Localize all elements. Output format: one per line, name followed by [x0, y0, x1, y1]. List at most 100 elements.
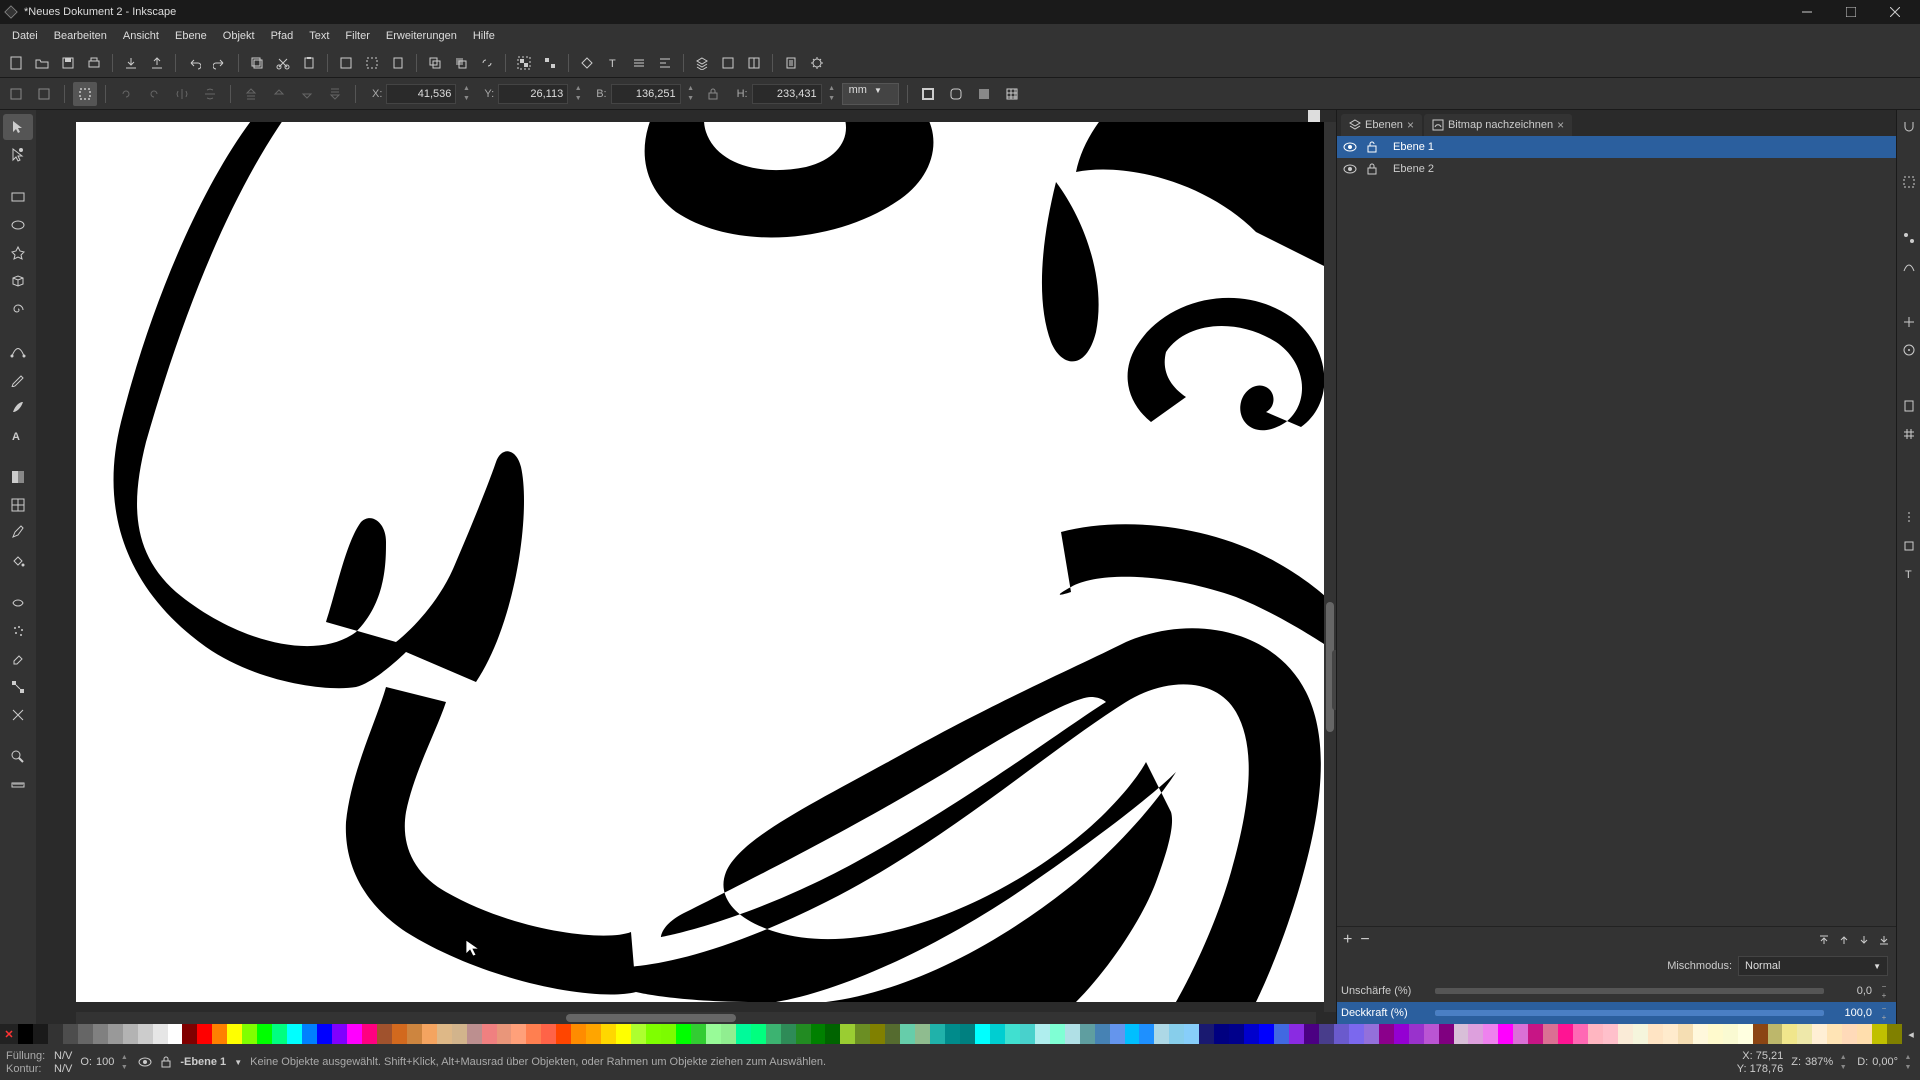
doc-props-button[interactable] — [779, 51, 803, 75]
blur-minus[interactable]: − — [1876, 982, 1892, 991]
color-swatch[interactable] — [108, 1024, 123, 1044]
color-swatch[interactable] — [1095, 1024, 1110, 1044]
gradient-tool[interactable] — [3, 464, 33, 490]
color-swatch[interactable] — [1498, 1024, 1513, 1044]
snap-guide-button[interactable] — [1899, 508, 1919, 528]
color-swatch[interactable] — [437, 1024, 452, 1044]
color-swatch[interactable] — [1678, 1024, 1693, 1044]
object-props-button[interactable] — [742, 51, 766, 75]
eraser-tool[interactable] — [3, 646, 33, 672]
color-swatch[interactable] — [407, 1024, 422, 1044]
minimize-button[interactable] — [1786, 0, 1828, 24]
close-trace-tab[interactable]: × — [1557, 118, 1564, 132]
tweak-tool[interactable] — [3, 590, 33, 616]
panel-drawer-handle[interactable] — [1332, 650, 1336, 710]
undo-button[interactable] — [182, 51, 206, 75]
ellipse-tool[interactable] — [3, 212, 33, 238]
export-button[interactable] — [145, 51, 169, 75]
x-down[interactable]: ▼ — [460, 94, 472, 104]
flip-v-button[interactable] — [198, 82, 222, 106]
canvas[interactable] — [36, 110, 1336, 1024]
redo-button[interactable] — [208, 51, 232, 75]
color-swatch[interactable] — [1304, 1024, 1319, 1044]
color-swatch[interactable] — [362, 1024, 377, 1044]
w-down[interactable]: ▼ — [685, 94, 697, 104]
w-up[interactable]: ▲ — [685, 84, 697, 94]
color-swatch[interactable] — [930, 1024, 945, 1044]
group-button[interactable] — [512, 51, 536, 75]
color-swatch[interactable] — [1857, 1024, 1872, 1044]
layer-down-button[interactable] — [1858, 934, 1870, 946]
color-swatch[interactable] — [1214, 1024, 1229, 1044]
mesh-tool[interactable] — [3, 492, 33, 518]
color-swatch[interactable] — [212, 1024, 227, 1044]
color-swatch[interactable] — [1483, 1024, 1498, 1044]
color-swatch[interactable] — [1379, 1024, 1394, 1044]
color-swatch[interactable] — [1468, 1024, 1483, 1044]
duplicate-button[interactable] — [423, 51, 447, 75]
color-swatch[interactable] — [1065, 1024, 1080, 1044]
color-swatch[interactable] — [1528, 1024, 1543, 1044]
color-swatch[interactable] — [317, 1024, 332, 1044]
color-swatch[interactable] — [1753, 1024, 1768, 1044]
layer-dropdown-icon[interactable]: ▼ — [234, 1058, 242, 1067]
print-button[interactable] — [82, 51, 106, 75]
color-swatch[interactable] — [1199, 1024, 1214, 1044]
fill-value[interactable]: N/V — [54, 1050, 72, 1062]
layer-row-2[interactable]: Ebene 2 — [1337, 158, 1896, 180]
blur-plus[interactable]: + — [1876, 991, 1892, 1000]
h-down[interactable]: ▼ — [826, 94, 838, 104]
snap-page-button[interactable] — [1899, 396, 1919, 416]
opacity-plus[interactable]: + — [1876, 1013, 1892, 1022]
snap-object-button[interactable] — [1899, 536, 1919, 556]
color-swatch[interactable] — [497, 1024, 512, 1044]
toggle-selection-box-button[interactable] — [73, 82, 97, 106]
rect-tool[interactable] — [3, 184, 33, 210]
color-swatch[interactable] — [1334, 1024, 1349, 1044]
color-swatch[interactable] — [138, 1024, 153, 1044]
color-swatch[interactable] — [63, 1024, 78, 1044]
menu-object[interactable]: Objekt — [215, 27, 263, 45]
color-swatch[interactable] — [885, 1024, 900, 1044]
zoom-drawing-button[interactable] — [360, 51, 384, 75]
color-swatch[interactable] — [377, 1024, 392, 1044]
remove-layer-button[interactable]: − — [1360, 931, 1369, 949]
fill-stroke-button[interactable] — [575, 51, 599, 75]
color-swatch[interactable] — [482, 1024, 497, 1044]
color-swatch[interactable] — [467, 1024, 482, 1044]
3dbox-tool[interactable] — [3, 268, 33, 294]
color-swatch[interactable] — [945, 1024, 960, 1044]
zoom-tool[interactable] — [3, 744, 33, 770]
menu-text[interactable]: Text — [301, 27, 337, 45]
color-swatch[interactable] — [1139, 1024, 1154, 1044]
color-swatch[interactable] — [18, 1024, 33, 1044]
xml-editor-button[interactable] — [627, 51, 651, 75]
color-swatch[interactable] — [1693, 1024, 1708, 1044]
selector-tool[interactable] — [3, 114, 33, 140]
star-tool[interactable] — [3, 240, 33, 266]
color-swatch[interactable] — [123, 1024, 138, 1044]
color-swatch[interactable] — [1797, 1024, 1812, 1044]
color-swatch[interactable] — [1349, 1024, 1364, 1044]
menu-extensions[interactable]: Erweiterungen — [378, 27, 465, 45]
maximize-button[interactable] — [1830, 0, 1872, 24]
scale-stroke-button[interactable] — [916, 82, 940, 106]
menu-help[interactable]: Hilfe — [465, 27, 503, 45]
color-swatch[interactable] — [511, 1024, 526, 1044]
ungroup-button[interactable] — [538, 51, 562, 75]
lower-button[interactable] — [295, 82, 319, 106]
rotate-ccw-button[interactable] — [114, 82, 138, 106]
color-swatch[interactable] — [347, 1024, 362, 1044]
layer-1-lock-toggle[interactable] — [1365, 140, 1379, 154]
scale-corners-button[interactable] — [944, 82, 968, 106]
move-gradients-button[interactable] — [972, 82, 996, 106]
color-swatch[interactable] — [1005, 1024, 1020, 1044]
opacity-slider[interactable] — [1435, 1010, 1824, 1016]
layer-bottom-button[interactable] — [1878, 934, 1890, 946]
color-swatch[interactable] — [1558, 1024, 1573, 1044]
color-swatch[interactable] — [1603, 1024, 1618, 1044]
color-swatch[interactable] — [1738, 1024, 1753, 1044]
no-color-swatch[interactable]: ✕ — [0, 1024, 18, 1044]
color-swatch[interactable] — [781, 1024, 796, 1044]
color-swatch[interactable] — [1648, 1024, 1663, 1044]
